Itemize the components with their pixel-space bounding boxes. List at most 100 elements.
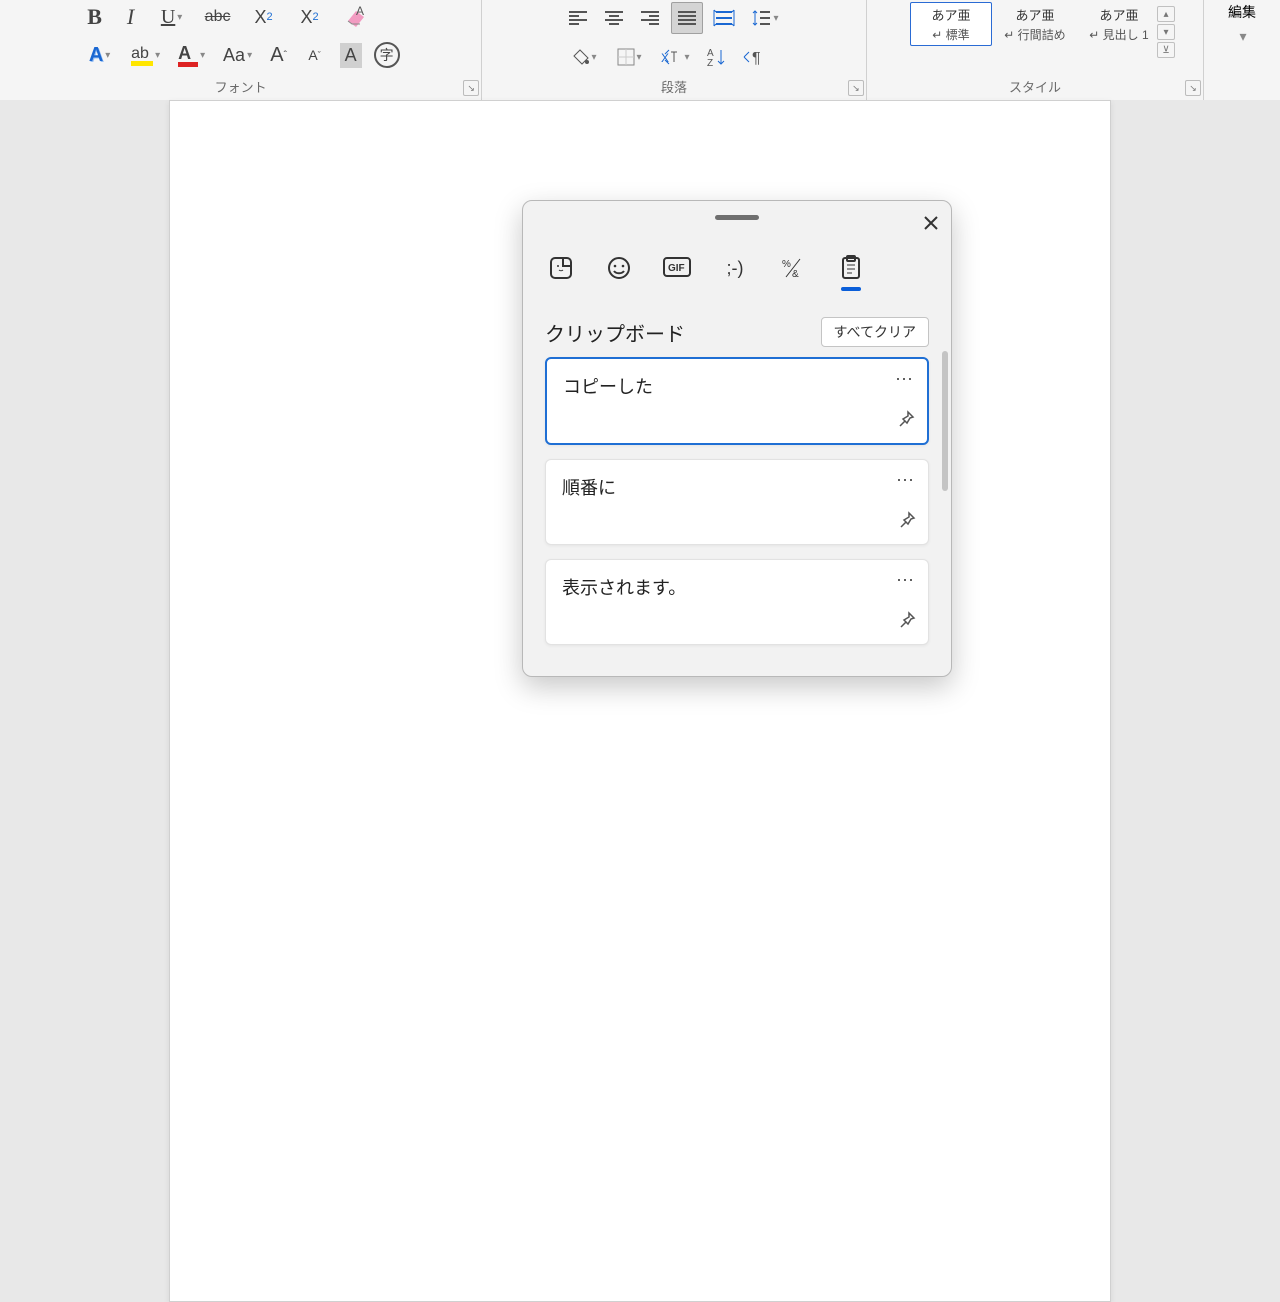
highlight-button[interactable]: ab ▾: [126, 40, 166, 70]
strikethrough-button[interactable]: abc: [198, 2, 238, 32]
svg-text:Z: Z: [707, 58, 713, 67]
style-preview: あア亜: [1099, 5, 1138, 24]
line-spacing-button[interactable]: ▾: [745, 3, 785, 33]
clipboard-item-text: 順番に: [562, 474, 912, 500]
pin-icon: [897, 410, 915, 428]
section-title: クリップボード: [545, 318, 685, 347]
align-right-button[interactable]: [635, 3, 665, 33]
underline-button[interactable]: U▾: [152, 2, 192, 32]
distribute-icon: [713, 9, 735, 27]
emoji-clipboard-panel: GIF ;-) %& クリップボード すべてクリア コピーした⋯順番に⋯表示され…: [522, 200, 952, 677]
tab-clipboard[interactable]: [835, 251, 867, 285]
style-gallery[interactable]: あア亜↵ 標準あア亜↵ 行間詰めあア亜↵ 見出し 1: [906, 0, 1164, 48]
pilcrow-icon: ¶: [741, 48, 763, 66]
paragraph-dialog-launcher[interactable]: ↘: [848, 80, 864, 96]
edit-label: 編集: [1228, 2, 1256, 22]
item-more-button[interactable]: ⋯: [895, 369, 915, 390]
pin-icon: [898, 511, 916, 529]
sort-icon: AZ: [706, 47, 726, 67]
sort-button[interactable]: AZ: [701, 42, 731, 72]
panel-drag-handle[interactable]: [715, 215, 759, 220]
superscript-button[interactable]: X2: [290, 2, 330, 32]
gif-icon: GIF: [663, 257, 691, 279]
enclose-characters-button[interactable]: 字: [372, 40, 402, 70]
tab-gif[interactable]: GIF: [661, 251, 693, 285]
group-label-paragraph: 段落: [482, 77, 866, 96]
clipboard-item[interactable]: コピーした⋯: [545, 357, 929, 445]
style-item[interactable]: あア亜 ↵ 標準: [910, 2, 992, 46]
tab-kaomoji[interactable]: ;-): [719, 251, 751, 285]
gallery-scroll-down[interactable]: ▾: [1157, 24, 1175, 40]
style-preview: あア亜: [1015, 5, 1054, 24]
group-label-styles: スタイル: [867, 77, 1203, 96]
text-effects-button[interactable]: A▾: [80, 40, 120, 70]
line-spacing-icon: [752, 8, 772, 28]
grow-font-button[interactable]: Aˆ: [264, 40, 294, 70]
sticker-icon: [549, 256, 573, 280]
ribbon-toolbar: B I U▾ abc X2 X2 A A▾ ab ▾: [0, 0, 1280, 101]
close-button[interactable]: [917, 209, 945, 237]
clipboard-items: コピーした⋯順番に⋯表示されます。⋯: [545, 357, 929, 645]
group-paragraph: ▾ ▾ ▾ X▾ AZ ¶ 段落 ↘: [482, 0, 867, 100]
clipboard-item[interactable]: 順番に⋯: [545, 459, 929, 545]
style-name: ↵ 見出し 1: [1089, 26, 1148, 43]
panel-tabs: GIF ;-) %&: [545, 251, 867, 285]
group-font: B I U▾ abc X2 X2 A A▾ ab ▾: [0, 0, 482, 100]
style-name: ↵ 行間詰め: [1004, 26, 1065, 43]
clipboard-item[interactable]: 表示されます。⋯: [545, 559, 929, 645]
gallery-scroll-up[interactable]: ▴: [1157, 6, 1175, 22]
clipboard-item-text: コピーした: [563, 373, 911, 399]
bucket-icon: [570, 48, 590, 66]
panel-scrollbar[interactable]: [942, 351, 948, 491]
font-dialog-launcher[interactable]: ↘: [463, 80, 479, 96]
distribute-button[interactable]: [709, 3, 739, 33]
align-left-button[interactable]: [563, 3, 593, 33]
justify-icon: [677, 10, 697, 26]
align-right-icon: [640, 10, 660, 26]
tab-sticker[interactable]: [545, 251, 577, 285]
svg-text:A: A: [356, 5, 364, 18]
show-marks-button[interactable]: ¶: [737, 42, 767, 72]
svg-text:%: %: [782, 259, 791, 270]
close-icon: [923, 215, 939, 231]
style-name: ↵ 標準: [932, 26, 969, 43]
asian-layout-button[interactable]: X▾: [655, 42, 695, 72]
shrink-font-button[interactable]: Aˇ: [300, 40, 330, 70]
clear-all-button[interactable]: すべてクリア: [821, 317, 929, 347]
tab-emoji[interactable]: [603, 251, 635, 285]
clear-formatting-button[interactable]: A: [336, 2, 376, 32]
borders-button[interactable]: ▾: [609, 42, 649, 72]
align-left-icon: [568, 10, 588, 26]
item-pin-button[interactable]: [897, 410, 915, 433]
style-item[interactable]: あア亜 ↵ 行間詰め: [994, 2, 1076, 46]
shading-button[interactable]: ▾: [563, 42, 603, 72]
character-shading-button[interactable]: A: [336, 40, 366, 70]
font-color-button[interactable]: A ▾: [172, 40, 212, 70]
item-pin-button[interactable]: [898, 511, 916, 534]
edit-button[interactable]: 編集 ▾: [1212, 0, 1272, 45]
change-case-button[interactable]: Aa▾: [218, 40, 258, 70]
align-center-icon: [604, 10, 624, 26]
subscript-button[interactable]: X2: [244, 2, 284, 32]
eraser-icon: A: [342, 5, 370, 29]
bold-button[interactable]: B: [80, 2, 110, 32]
group-label-font: フォント: [0, 77, 481, 96]
styles-dialog-launcher[interactable]: ↘: [1185, 80, 1201, 96]
item-more-button[interactable]: ⋯: [896, 570, 916, 591]
italic-button[interactable]: I: [116, 2, 146, 32]
borders-icon: [617, 48, 635, 66]
item-pin-button[interactable]: [898, 611, 916, 634]
item-more-button[interactable]: ⋯: [896, 470, 916, 491]
style-preview: あア亜: [931, 5, 970, 24]
svg-text:GIF: GIF: [668, 263, 685, 274]
svg-text:¶: ¶: [752, 50, 761, 66]
tab-symbol[interactable]: %&: [777, 251, 809, 285]
pin-icon: [898, 611, 916, 629]
justify-button[interactable]: [671, 2, 703, 34]
clipboard-item-text: 表示されます。: [562, 574, 912, 600]
style-item[interactable]: あア亜 ↵ 見出し 1: [1078, 2, 1160, 46]
align-center-button[interactable]: [599, 3, 629, 33]
svg-text:&: &: [792, 269, 799, 279]
gallery-expand[interactable]: ⊻: [1157, 42, 1175, 58]
emoji-icon: [607, 256, 631, 280]
